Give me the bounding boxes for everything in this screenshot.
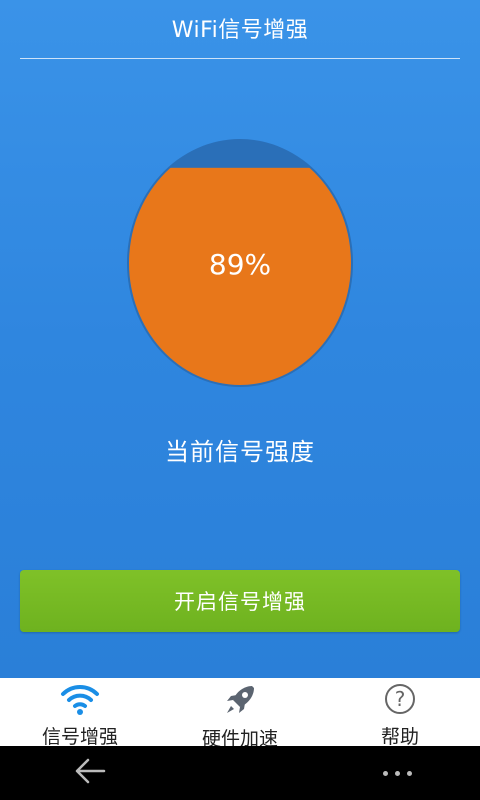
signal-caption: 当前信号强度 bbox=[165, 438, 315, 466]
signal-percent: 89% bbox=[208, 248, 272, 281]
wifi-icon bbox=[60, 682, 100, 716]
more-options-icon[interactable] bbox=[383, 770, 412, 776]
page-title: WiFi信号增强 bbox=[171, 18, 309, 43]
enable-boost-button[interactable]: 开启信号增强 bbox=[20, 570, 460, 632]
tab-help[interactable]: ? 帮助 bbox=[320, 678, 480, 748]
tab-label: 帮助 bbox=[380, 726, 419, 748]
rocket-icon bbox=[220, 682, 260, 718]
system-nav-bar bbox=[0, 746, 480, 800]
signal-gauge: 89% bbox=[126, 138, 354, 388]
header-divider bbox=[20, 58, 460, 59]
main-panel: WiFi信号增强 89% 当前信号强度 开启信号增强 bbox=[0, 0, 480, 678]
bottom-tab-bar: 信号增强 硬件加速 ? 帮助 bbox=[0, 678, 480, 750]
tab-signal-boost[interactable]: 信号增强 bbox=[0, 678, 160, 748]
tab-label: 信号增强 bbox=[41, 726, 118, 748]
tab-hardware-accel[interactable]: 硬件加速 bbox=[160, 678, 320, 750]
back-arrow-icon[interactable] bbox=[74, 757, 106, 789]
svg-text:?: ? bbox=[395, 687, 406, 711]
help-icon: ? bbox=[380, 682, 420, 716]
